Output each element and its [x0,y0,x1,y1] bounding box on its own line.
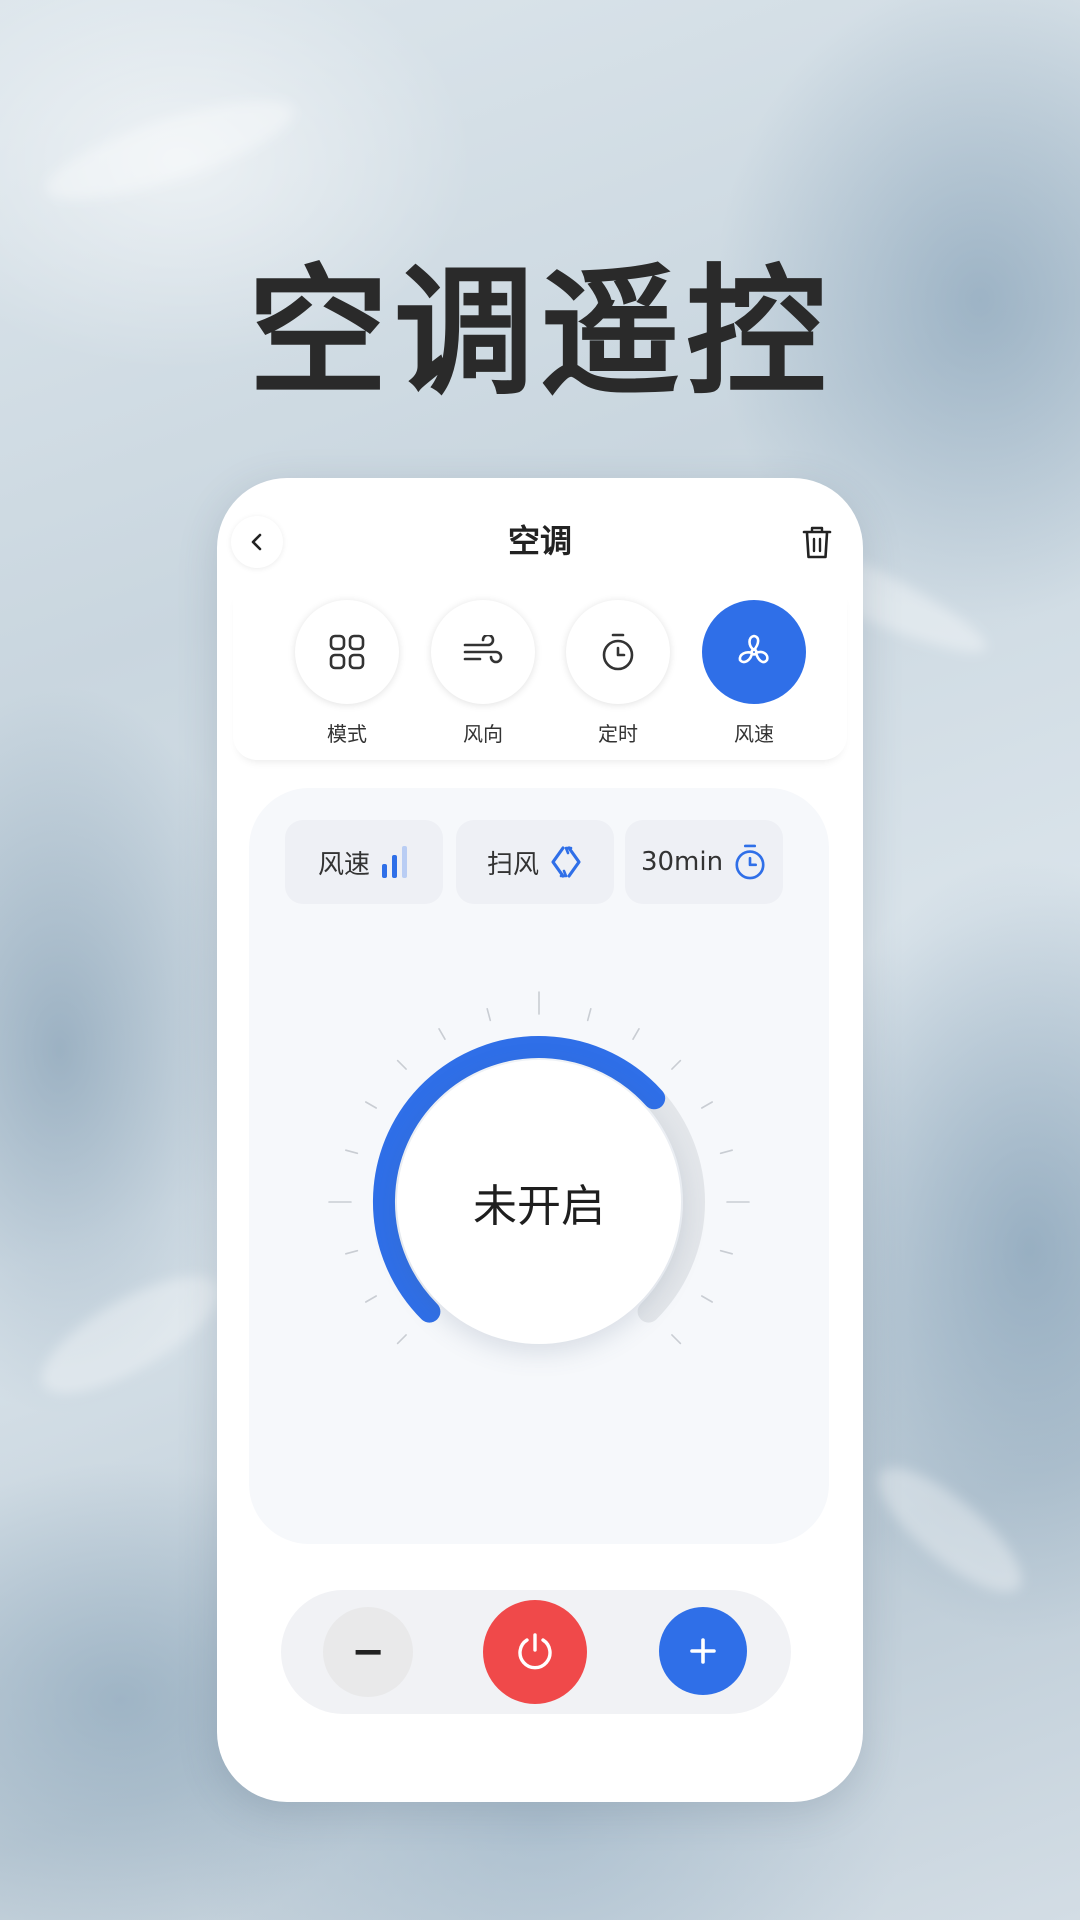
dial-tick [671,1334,682,1345]
function-fan-speed[interactable]: 风速 [699,600,809,750]
dial-tick [396,1059,407,1070]
function-timer-label: 定时 [598,722,638,746]
function-wind-direction-button[interactable] [431,600,535,704]
dial-tick [719,1149,734,1155]
function-wind-direction-label: 风向 [463,722,503,746]
function-timer[interactable]: 定时 [563,600,673,750]
increase-button[interactable] [659,1607,747,1695]
dial-tick [671,1059,682,1070]
background-texture [25,1254,235,1416]
function-mode-label: 模式 [327,722,367,746]
dial-tick [632,1028,640,1040]
function-mode[interactable]: 模式 [292,600,402,750]
dial-tick [586,1008,592,1022]
dial-tick [438,1028,446,1040]
power-button[interactable] [483,1600,587,1704]
dial-tick [365,1101,377,1109]
background-texture [37,81,303,219]
wind-direction-icon [463,635,503,664]
function-fan-speed-button[interactable] [702,600,806,704]
minus-label: − [351,1629,385,1675]
timer-icon [602,633,634,671]
fan-icon [738,634,769,664]
bottom-control-bar: − [281,1590,791,1714]
function-wind-direction[interactable]: 风向 [428,600,538,750]
dial-tick [365,1295,377,1303]
function-fan-speed-label: 风速 [734,722,774,746]
delete-button[interactable] [795,518,839,566]
function-timer-button[interactable] [566,600,670,704]
function-row: 模式 风向 定时 风速 [233,590,847,760]
plus-icon [690,1638,716,1664]
hero-title: 空调遥控 [247,252,832,415]
function-mode-button[interactable] [295,600,399,704]
background-texture [861,1449,1039,1611]
grid-icon [329,634,365,670]
dial-tick [700,1101,714,1109]
dial-status: 未开启 [397,1060,681,1344]
dial-tick [396,1334,407,1345]
decrease-button[interactable]: − [323,1607,413,1697]
power-icon [518,1633,552,1670]
phone-screen: 空调 模式 风向 定时 风速 风速 扫风 30min 未开启 − [217,478,863,1802]
page-title: 空调 [507,522,572,560]
trash-icon [802,526,832,559]
nav-bar: 空调 [217,478,863,588]
dial-tick [345,1249,359,1255]
dial-tick [486,1008,492,1022]
dial-tick [719,1249,734,1255]
dial-tick [345,1149,359,1155]
dial-tick [700,1295,714,1303]
control-panel: 风速 扫风 30min 未开启 [249,788,829,1544]
